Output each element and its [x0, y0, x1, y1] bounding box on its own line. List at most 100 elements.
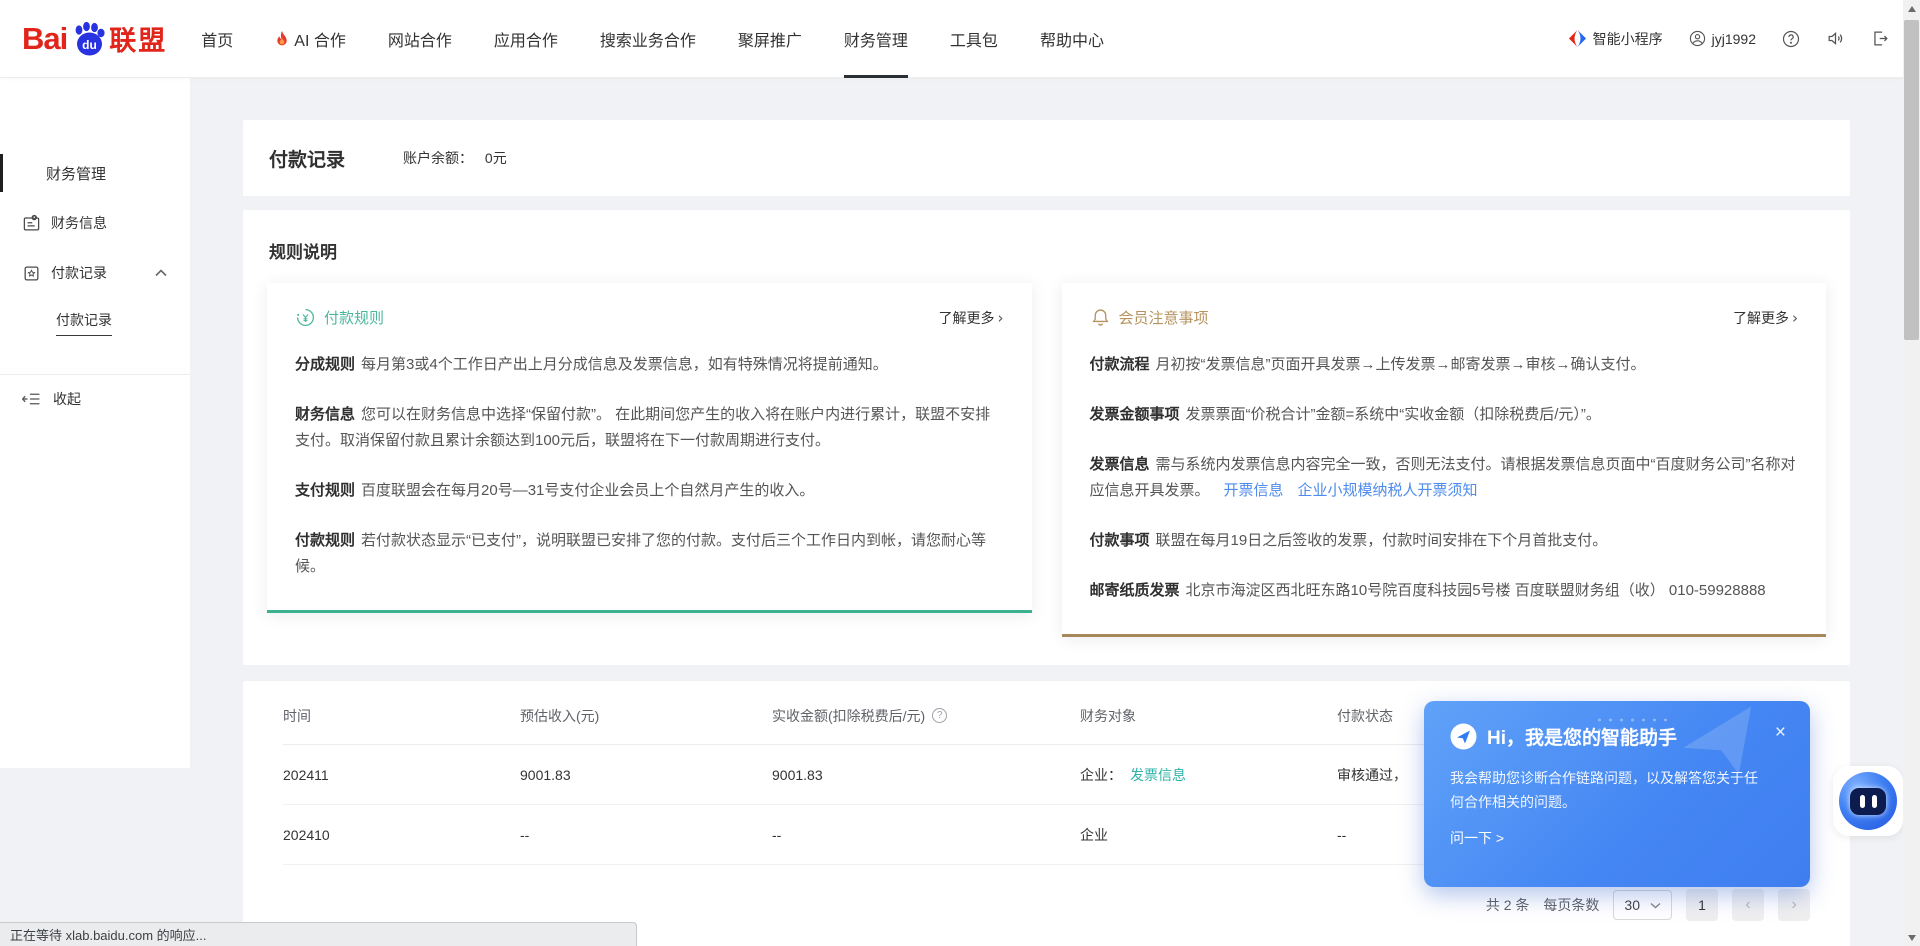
user-account[interactable]: jyj1992 — [1689, 30, 1756, 47]
help-circle-icon[interactable] — [1782, 30, 1800, 48]
nav-item-2[interactable]: AI 合作 — [275, 0, 346, 78]
rule-item: 支付规则百度联盟会在每月20号—31号支付企业会员上个自然月产生的收入。 — [295, 478, 1004, 504]
triangle-down-icon — [1908, 935, 1916, 941]
miniprogram-icon — [1568, 29, 1587, 48]
sidebar-subitem-label: 付款记录 — [56, 310, 112, 336]
popup-arrow — [1809, 797, 1810, 815]
nav-item-1[interactable]: 首页 — [201, 0, 233, 78]
column-help-icon[interactable]: ? — [932, 708, 947, 723]
col-time: 时间 — [283, 706, 520, 726]
assistant-title: Hi，我是您的智能助手 — [1487, 723, 1677, 750]
total-count: 共 2 条 — [1486, 895, 1530, 915]
sidebar-collapse-button[interactable]: 收起 — [0, 375, 190, 423]
member-notes-bell-icon — [1090, 307, 1111, 328]
rule-item-label: 付款流程 — [1090, 356, 1150, 373]
nav-item-6[interactable]: 聚屏推广 — [738, 0, 802, 78]
nav-item-label: 网站合作 — [388, 27, 452, 51]
baidu-union-logo[interactable]: Bai du 联盟 — [22, 19, 167, 58]
robot-face-icon — [1850, 788, 1886, 815]
nav-item-7[interactable]: 财务管理 — [844, 0, 908, 78]
nav-item-5[interactable]: 搜索业务合作 — [600, 0, 696, 78]
rule-item: 付款事项联盟在每月19日之后签收的发票，付款时间安排在下个月首批支付。 — [1090, 528, 1799, 554]
rule-item-label: 付款事项 — [1090, 532, 1150, 549]
nav-item-3[interactable]: 网站合作 — [388, 0, 452, 78]
rule-item: 付款流程月初按“发票信息”页面开具发票→上传发票→邮寄发票→审核→确认支付。 — [1090, 352, 1799, 378]
payment-rules-card: 付款规则 了解更多› 分成规则每月第3或4个工作日产出上月分成信息及发票信息，如… — [267, 283, 1032, 613]
rule-item: 付款规则若付款状态显示“已支付”，说明联盟已安排了您的付款。支付后三个工作日内到… — [295, 528, 1004, 580]
logo-union-text: 联盟 — [109, 19, 167, 58]
nav-item-8[interactable]: 工具包 — [950, 0, 998, 78]
page-number-1[interactable]: 1 — [1686, 889, 1718, 921]
vertical-scrollbar[interactable] — [1903, 0, 1920, 946]
sidebar-subitem-payment-record[interactable]: 付款记录 — [0, 298, 190, 348]
svg-text:du: du — [82, 38, 97, 52]
rule-item: 邮寄纸质发票北京市海淀区西北旺东路10号院百度科技园5号楼 百度联盟财务组（收）… — [1090, 578, 1799, 604]
sidebar-item-finance-info[interactable]: 财务信息 — [0, 198, 190, 248]
rule-link[interactable]: 企业小规模纳税人开票须知 — [1298, 482, 1478, 499]
assistant-compass-icon — [1450, 723, 1477, 750]
topbar: Bai du 联盟 首页 AI 合作 网站合作 应用合作搜索业务合作 聚屏推广 财务管理 工… — [0, 0, 1920, 78]
assistant-avatar[interactable] — [1833, 766, 1903, 836]
nav-item-4[interactable]: 应用合作 — [494, 0, 558, 78]
status-text: 正在等待 xlab.baidu.com 的响应... — [10, 925, 207, 944]
sidebar: 财务管理 财务信息 付款记录 付款记录 — [0, 78, 190, 768]
rule-link[interactable]: 开票信息 — [1224, 482, 1284, 499]
sidebar-section-label: 财务管理 — [46, 163, 106, 184]
miniprogram-entry[interactable]: 智能小程序 — [1568, 29, 1663, 49]
sound-icon[interactable] — [1826, 29, 1845, 48]
logout-icon[interactable] — [1871, 29, 1890, 48]
nav-item-label: 首页 — [201, 27, 233, 51]
prev-page-button[interactable]: ‹ — [1732, 889, 1764, 921]
nav-item-9[interactable]: 帮助中心 — [1040, 0, 1104, 78]
learn-more-link[interactable]: 了解更多› — [1733, 308, 1798, 328]
scrollbar-thumb[interactable] — [1904, 20, 1919, 340]
rule-cards-row: 付款规则 了解更多› 分成规则每月第3或4个工作日产出上月分成信息及发票信息，如… — [267, 283, 1826, 637]
balance-label: 账户余额： — [403, 150, 473, 166]
ask-now-link[interactable]: 问一下 > — [1450, 828, 1784, 848]
nav-item-label: 帮助中心 — [1040, 27, 1104, 51]
next-page-button[interactable]: › — [1778, 889, 1810, 921]
learn-more-link[interactable]: 了解更多› — [939, 308, 1004, 328]
chevron-right-icon: › — [998, 309, 1004, 327]
collapse-label: 收起 — [53, 389, 81, 409]
invoice-info-link[interactable]: 发票信息 — [1130, 765, 1186, 785]
chevron-up-icon[interactable] — [154, 268, 168, 278]
per-page-select[interactable]: 30 — [1613, 890, 1672, 920]
rule-item-label: 邮寄纸质发票 — [1090, 582, 1180, 599]
rule-item-label: 分成规则 — [295, 356, 355, 373]
member-notes-card: 会员注意事项 了解更多› 付款流程月初按“发票信息”页面开具发票→上传发票→邮寄… — [1062, 283, 1827, 637]
rule-item: 分成规则每月第3或4个工作日产出上月分成信息及发票信息，如有特殊情况将提前通知。 — [295, 352, 1004, 378]
rule-card-title: 会员注意事项 — [1119, 307, 1209, 328]
rule-card-title: 付款规则 — [324, 307, 384, 328]
sidebar-item-label: 付款记录 — [51, 263, 107, 283]
user-icon — [1689, 30, 1706, 47]
account-balance: 账户余额： 0元 — [403, 148, 507, 168]
robot-eye — [1860, 795, 1865, 808]
close-icon[interactable]: × — [1775, 723, 1786, 742]
robot-eye — [1872, 795, 1877, 808]
col-finance-target: 财务对象 — [1080, 706, 1337, 726]
actual-cell: -- — [772, 827, 1080, 843]
sidebar-item-payment-record[interactable]: 付款记录 — [0, 248, 190, 298]
chevron-right-icon: › — [1792, 309, 1798, 327]
nav-item-label: 财务管理 — [844, 27, 908, 51]
active-section-indicator — [0, 154, 3, 192]
rule-card-header: 付款规则 了解更多› — [295, 307, 1004, 328]
estimated-cell: 9001.83 — [520, 767, 772, 783]
rule-item: 发票金额事项发票票面“价税合计”金额=系统中“实收金额（扣除税费后/元）”。 — [1090, 402, 1799, 428]
collapse-icon — [22, 391, 41, 407]
sidebar-item-label: 财务信息 — [51, 213, 107, 233]
rule-item: 财务信息您可以在财务信息中选择“保留付款”。 在此期间您产生的收入将在账户内进行… — [295, 402, 1004, 454]
per-page-label: 每页条数 — [1543, 895, 1599, 915]
scroll-up-button[interactable] — [1903, 0, 1920, 17]
rule-item: 发票信息需与系统内发票信息内容完全一致，否则无法支付。请根据发票信息页面中“百度… — [1090, 452, 1799, 504]
nav-item-label: 聚屏推广 — [738, 27, 802, 51]
page-title: 付款记录 — [269, 145, 345, 172]
sidebar-section-finance-management[interactable]: 财务管理 — [0, 148, 190, 198]
balance-value: 0元 — [485, 150, 507, 166]
estimated-cell: -- — [520, 827, 772, 843]
browser-status-toast: 正在等待 xlab.baidu.com 的响应... — [0, 922, 637, 946]
scroll-down-button[interactable] — [1903, 929, 1920, 946]
page-header-card: 付款记录 账户余额： 0元 — [243, 120, 1850, 196]
assistant-header: Hi，我是您的智能助手 × — [1450, 723, 1784, 750]
